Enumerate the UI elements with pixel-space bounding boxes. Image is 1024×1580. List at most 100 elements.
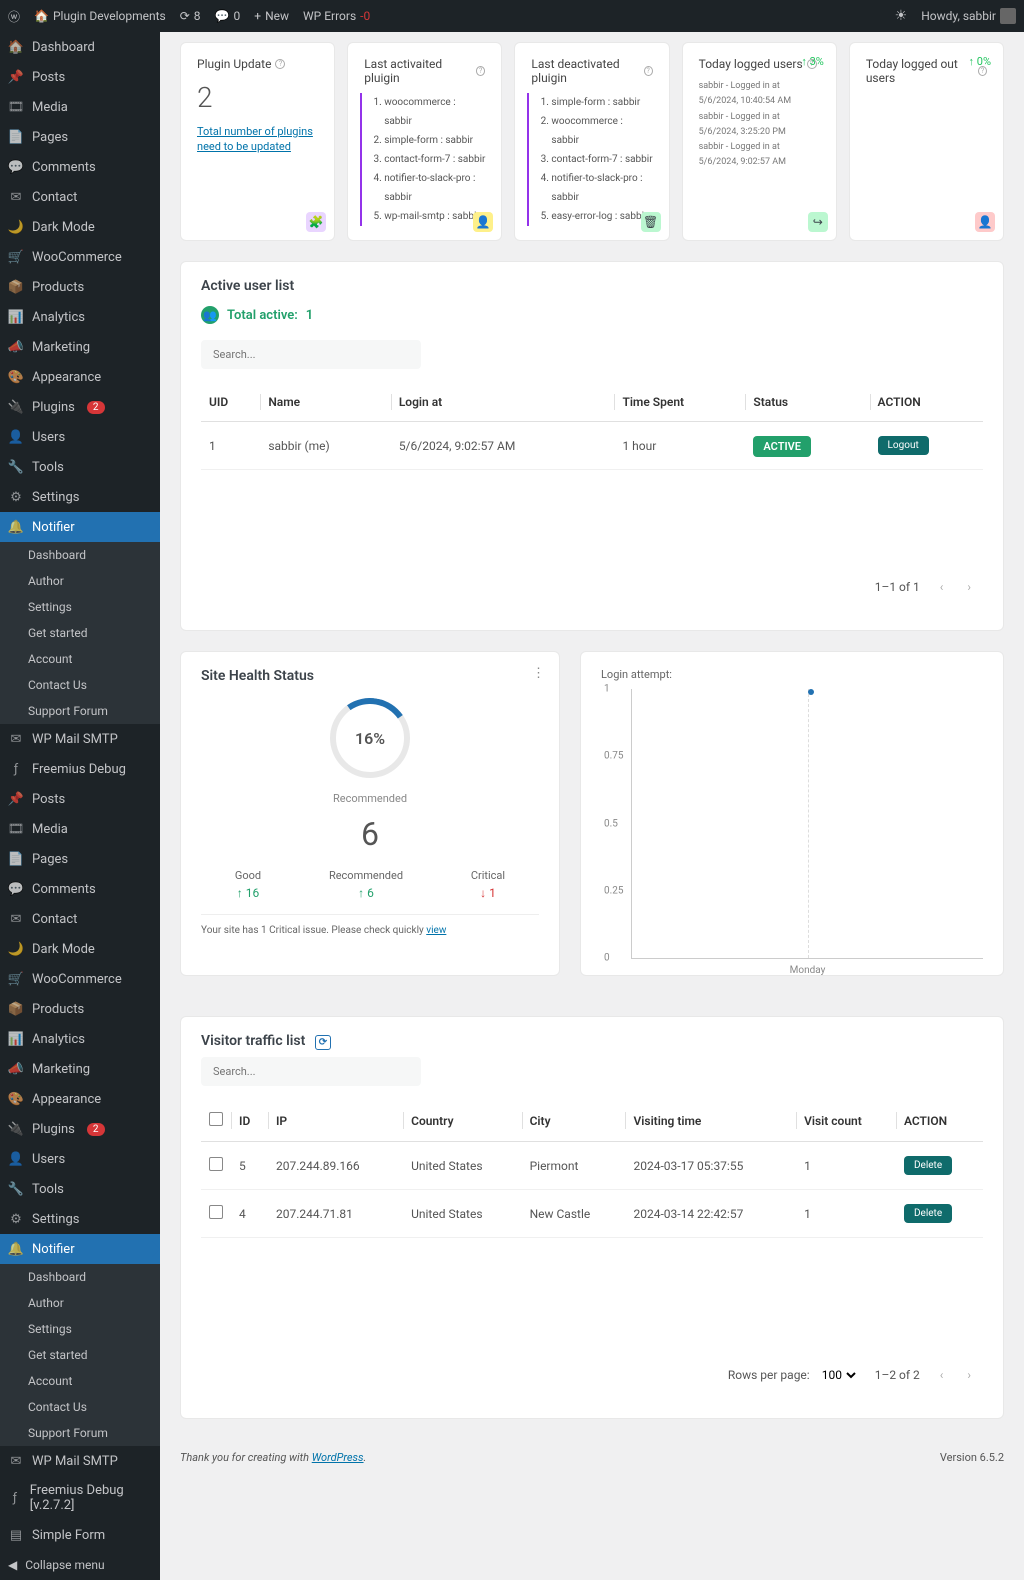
next-page-button[interactable]: › [963,1364,975,1386]
submenu-author[interactable]: Author [0,1290,160,1316]
sidebar-item-analytics[interactable]: 📊Analytics [0,302,160,332]
submenu-contact-us[interactable]: Contact Us [0,1394,160,1420]
select-all-checkbox[interactable] [209,1112,223,1126]
traffic-search-input[interactable] [201,1057,421,1086]
submenu-settings[interactable]: Settings [0,594,160,620]
sidebar-item-posts[interactable]: 📌Posts [0,784,160,814]
sidebar-item-notifier-2[interactable]: 🔔Notifier [0,1234,160,1264]
menu-icon: 🌙 [8,219,24,235]
sidebar-item-woocommerce[interactable]: 🛒WooCommerce [0,964,160,994]
table-header: ACTION [896,1100,983,1142]
refresh-icon[interactable]: ⟳ [315,1035,331,1050]
wordpress-link[interactable]: WordPress [312,1451,364,1464]
sidebar-item-freemius-2[interactable]: ƒFreemius Debug [v.2.7.2] [0,1476,160,1520]
active-users-search-input[interactable] [201,340,421,369]
sidebar-item-media[interactable]: 🎞Media [0,92,160,122]
health-view-link[interactable]: view [426,925,446,936]
collapse-menu-button[interactable]: ◀Collapse menu [0,1550,160,1580]
chart-data-point [808,689,814,695]
submenu-support-forum[interactable]: Support Forum [0,698,160,724]
next-page-button[interactable]: › [963,576,975,598]
list-item: simple-form : sabbir [551,93,652,112]
rows-per-page-select[interactable]: 100 [818,1367,859,1383]
sidebar-item-comments[interactable]: 💬Comments [0,152,160,182]
help-icon[interactable]: ? [644,66,653,76]
sidebar-item-analytics[interactable]: 📊Analytics [0,1024,160,1054]
comments-icon[interactable]: 💬 0 [215,9,241,23]
submenu-account[interactable]: Account [0,1368,160,1394]
submenu-dashboard[interactable]: Dashboard [0,542,160,568]
submenu-get-started[interactable]: Get started [0,620,160,646]
logout-button[interactable]: Logout [878,436,929,455]
sidebar-item-posts[interactable]: 📌Posts [0,62,160,92]
sidebar-item-settings[interactable]: ⚙Settings [0,482,160,512]
sidebar-item-wpmailsmtp-2[interactable]: ✉WP Mail SMTP [0,1446,160,1476]
sidebar-item-simpleform[interactable]: ▤Simple Form [0,1520,160,1550]
sidebar-item-appearance[interactable]: 🎨Appearance [0,1084,160,1114]
delete-button[interactable]: Delete [904,1204,952,1223]
sidebar-item-wpmailsmtp[interactable]: ✉WP Mail SMTP [0,724,160,754]
menu-icon: 🎞 [8,821,24,837]
chart-ytick: 0.75 [604,751,624,762]
sidebar-item-dashboard[interactable]: 🏠Dashboard [0,32,160,62]
prev-page-button[interactable]: ‹ [936,576,948,598]
submenu-contact-us[interactable]: Contact Us [0,672,160,698]
log-item: sabbir - Logged in at 5/6/2024, 10:40:54… [699,79,820,110]
submenu-dashboard[interactable]: Dashboard [0,1264,160,1290]
active-users-table: UIDNameLogin atTime SpentStatusACTION 1s… [201,383,983,470]
wp-logo-icon[interactable]: ⓦ [8,8,20,25]
mail-icon: ✉ [8,731,24,747]
sidebar-item-plugins[interactable]: 🔌Plugins2 [0,392,160,422]
sidebar-item-contact[interactable]: ✉Contact [0,182,160,212]
submenu-settings[interactable]: Settings [0,1316,160,1342]
sidebar-item-media[interactable]: 🎞Media [0,814,160,844]
health-label: Recommended [201,792,539,805]
sidebar-item-freemius[interactable]: ƒFreemius Debug [0,754,160,784]
submenu-get-started[interactable]: Get started [0,1342,160,1368]
row-checkbox[interactable] [209,1205,223,1219]
sidebar-item-pages[interactable]: 📄Pages [0,122,160,152]
theme-toggle-icon[interactable]: ☀ [895,8,908,24]
sidebar-item-woocommerce[interactable]: 🛒WooCommerce [0,242,160,272]
help-icon[interactable]: ? [275,59,285,69]
submenu-account[interactable]: Account [0,646,160,672]
panel-menu-button[interactable]: ⋮ [532,666,545,681]
sidebar-item-tools[interactable]: 🔧Tools [0,452,160,482]
menu-icon: ⚙ [8,1211,24,1227]
sidebar-item-dark-mode[interactable]: 🌙Dark Mode [0,212,160,242]
sidebar-item-dark-mode[interactable]: 🌙Dark Mode [0,934,160,964]
sidebar-item-settings[interactable]: ⚙Settings [0,1204,160,1234]
list-item: contact-form-7 : sabbir [384,150,485,169]
sidebar-item-users[interactable]: 👤Users [0,422,160,452]
delete-button[interactable]: Delete [904,1156,952,1175]
sidebar-item-products[interactable]: 📦Products [0,272,160,302]
wp-errors[interactable]: WP Errors-0 [303,9,370,23]
menu-icon: 🎞 [8,99,24,115]
site-name[interactable]: 🏠 Plugin Developments [34,9,166,23]
prev-page-button[interactable]: ‹ [936,1364,948,1386]
sidebar-item-notifier[interactable]: 🔔Notifier [0,512,160,542]
help-icon[interactable]: ? [476,66,485,76]
row-checkbox[interactable] [209,1157,223,1171]
submenu-author[interactable]: Author [0,568,160,594]
sidebar-item-tools[interactable]: 🔧Tools [0,1174,160,1204]
footer: Thank you for creating with WordPress. V… [180,1439,1004,1476]
submenu-support-forum[interactable]: Support Forum [0,1420,160,1446]
card-last-deactivated: Last deactivated pluigin ? simple-form :… [514,42,669,241]
table-header: Time Spent [614,383,745,422]
menu-icon: 🔧 [8,459,24,475]
new-button[interactable]: + New [254,9,289,23]
howdy-user[interactable]: Howdy, sabbir [921,8,1016,24]
sidebar-item-marketing[interactable]: 📣Marketing [0,332,160,362]
plugin-update-link[interactable]: Total number of plugins need to be updat… [197,125,313,153]
updates-icon[interactable]: ⟳ 8 [180,9,201,23]
list-item: easy-error-log : sabbir [551,207,652,226]
sidebar-item-pages[interactable]: 📄Pages [0,844,160,874]
sidebar-item-comments[interactable]: 💬Comments [0,874,160,904]
sidebar-item-plugins[interactable]: 🔌Plugins2 [0,1114,160,1144]
sidebar-item-appearance[interactable]: 🎨Appearance [0,362,160,392]
sidebar-item-users[interactable]: 👤Users [0,1144,160,1174]
sidebar-item-contact[interactable]: ✉Contact [0,904,160,934]
table-header: IP [268,1100,403,1142]
sidebar-item-marketing[interactable]: 📣Marketing [0,1054,160,1084]
